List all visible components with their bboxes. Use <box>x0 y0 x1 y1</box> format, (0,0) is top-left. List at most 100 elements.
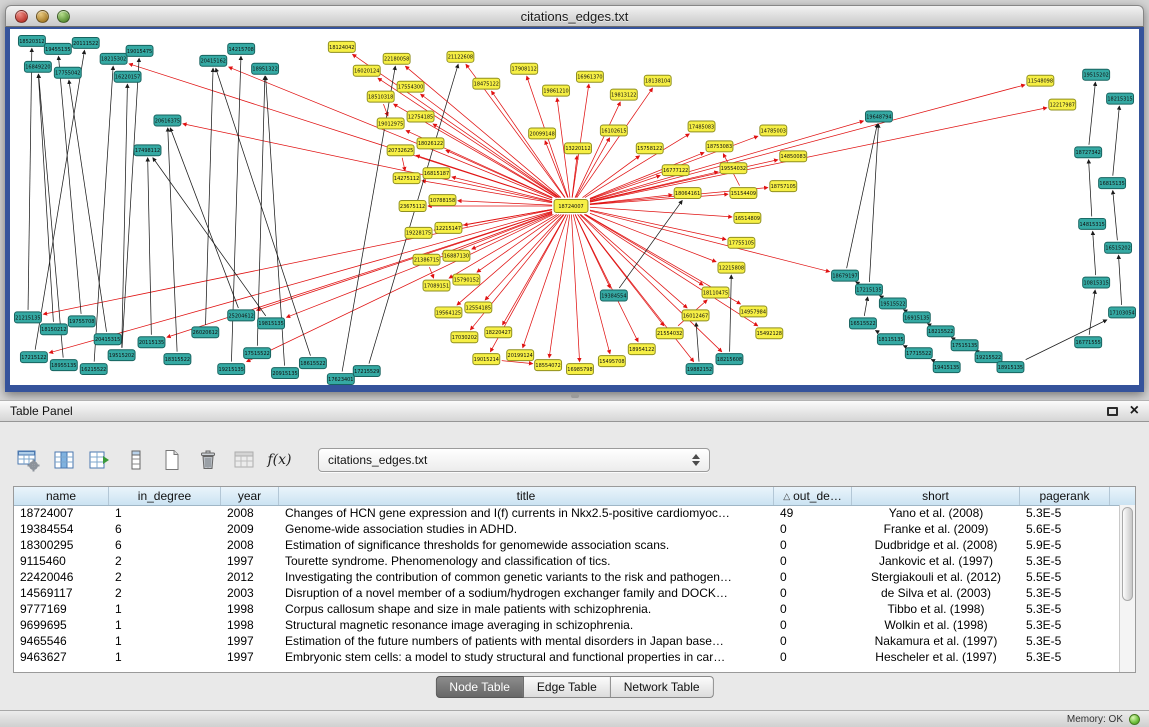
graph-node[interactable]: 18954122 <box>628 344 655 355</box>
graph-node[interactable]: 17030202 <box>451 332 478 343</box>
graph-node[interactable]: 16815135 <box>1099 178 1126 189</box>
graph-node[interactable]: 16102615 <box>600 125 627 136</box>
tab-node-table[interactable]: Node Table <box>435 676 524 698</box>
graph-edge[interactable] <box>880 296 882 297</box>
graph-node[interactable]: 18138104 <box>644 75 671 86</box>
graph-node[interactable]: 14215708 <box>228 43 255 54</box>
graph-node[interactable]: 18215302 <box>100 53 127 64</box>
graph-node[interactable]: 12215147 <box>435 222 462 233</box>
graph-node[interactable]: 16215522 <box>80 364 107 375</box>
graph-node[interactable]: 10815315 <box>1083 277 1110 288</box>
graph-node[interactable]: 12554185 <box>465 302 492 313</box>
graph-node[interactable]: 14785003 <box>760 125 787 136</box>
graph-edge[interactable] <box>1119 255 1122 305</box>
network-canvas[interactable]: 1872400718124042160201242218005818510318… <box>5 27 1144 392</box>
graph-node[interactable]: 15758122 <box>636 143 663 154</box>
table-row[interactable]: 946554611997Estimation of the future num… <box>14 633 1120 649</box>
graph-node[interactable]: 15790152 <box>453 274 480 285</box>
graph-node[interactable]: 20732625 <box>387 145 414 156</box>
column-header-title[interactable]: title <box>279 487 774 505</box>
graph-node[interactable]: 17515135 <box>951 340 978 351</box>
graph-node[interactable]: 18026122 <box>417 138 444 149</box>
graph-node[interactable]: 18679197 <box>832 270 859 281</box>
minimize-window-button[interactable] <box>36 10 49 23</box>
table-row[interactable]: 969969511998Structural magnetic resonanc… <box>14 617 1120 633</box>
trash-icon[interactable] <box>194 447 221 474</box>
tab-network-table[interactable]: Network Table <box>611 676 714 698</box>
graph-node[interactable]: 20115135 <box>138 337 165 348</box>
graph-node[interactable]: 16514809 <box>734 212 761 223</box>
graph-edge[interactable] <box>206 68 214 325</box>
graph-node[interactable]: 16020124 <box>353 65 380 76</box>
graph-node[interactable]: 20415162 <box>200 55 227 66</box>
graph-edge[interactable] <box>1113 191 1118 241</box>
graph-node[interactable]: 23675112 <box>399 201 426 212</box>
close-window-button[interactable] <box>15 10 28 23</box>
graph-node[interactable]: 20415315 <box>94 334 121 345</box>
graph-edge[interactable] <box>28 48 32 310</box>
graph-node[interactable]: 16515202 <box>1105 242 1132 253</box>
graph-edge[interactable] <box>94 66 113 361</box>
graph-node[interactable]: 19815135 <box>258 318 285 329</box>
graph-node[interactable]: 19215135 <box>218 364 245 375</box>
graph-node[interactable]: 16515522 <box>850 318 877 329</box>
function-builder-button[interactable]: f(x) <box>266 447 293 474</box>
float-panel-icon[interactable] <box>1107 407 1118 416</box>
graph-edge[interactable] <box>69 80 107 332</box>
graph-node[interactable]: 19861210 <box>543 85 570 96</box>
graph-node[interactable]: 26020612 <box>192 327 219 338</box>
table-row[interactable]: 946362711997Embryonic stem cells: a mode… <box>14 649 1120 665</box>
graph-node[interactable]: 17485083 <box>688 121 715 132</box>
graph-node[interactable]: 20199124 <box>507 350 534 361</box>
graph-edge[interactable] <box>590 108 1047 202</box>
graph-edge[interactable] <box>928 324 930 325</box>
graph-node[interactable]: 17515522 <box>244 348 271 359</box>
graph-node[interactable]: 18510318 <box>367 91 394 102</box>
graph-edge[interactable] <box>153 158 266 316</box>
graph-node[interactable]: 21386715 <box>413 254 440 265</box>
table-select-combobox[interactable]: citations_edges.txt <box>318 448 710 472</box>
graph-node[interactable]: 15154409 <box>730 188 757 199</box>
graph-edge[interactable] <box>571 214 579 361</box>
graph-node[interactable]: 19515522 <box>879 298 906 309</box>
graph-edge[interactable] <box>464 209 552 225</box>
graph-node[interactable]: 18215315 <box>1107 93 1134 104</box>
graph-node[interactable]: 13220112 <box>565 143 592 154</box>
graph-node[interactable]: 19813122 <box>610 89 637 100</box>
graph-node[interactable]: 16887130 <box>443 250 470 261</box>
graph-node[interactable]: 17103054 <box>1109 307 1136 318</box>
graph-node[interactable]: 17908112 <box>511 63 538 74</box>
graph-edge[interactable] <box>1093 231 1096 275</box>
graph-edge[interactable] <box>1089 160 1092 217</box>
graph-edge[interactable] <box>869 124 878 282</box>
select-columns-icon[interactable] <box>50 447 77 474</box>
column-header-year[interactable]: year <box>221 487 279 505</box>
graph-node[interactable]: 11548098 <box>1027 75 1054 86</box>
graph-node[interactable]: 21554032 <box>656 328 683 339</box>
graph-node[interactable]: 18915135 <box>997 362 1024 373</box>
table-panel-header[interactable]: Table Panel × <box>0 400 1149 422</box>
graph-node[interactable]: 19882152 <box>686 364 713 375</box>
graph-node[interactable]: 17755042 <box>54 67 81 78</box>
graph-node[interactable]: 16815187 <box>423 168 450 179</box>
graph-edge[interactable] <box>39 74 64 357</box>
graph-node[interactable]: 18554072 <box>535 360 562 371</box>
table-row[interactable]: 1872400712008Changes of HCN gene express… <box>14 505 1120 521</box>
graph-edge[interactable] <box>457 214 561 304</box>
graph-edge[interactable] <box>549 214 570 357</box>
graph-edge[interactable] <box>903 346 906 347</box>
graph-node[interactable]: 18215608 <box>716 354 743 365</box>
table-row[interactable]: 1830029562008Estimation of significance … <box>14 537 1120 553</box>
graph-node[interactable]: 21215135 <box>14 312 41 323</box>
graph-node[interactable]: 17215122 <box>20 352 47 363</box>
graph-node[interactable]: 17554300 <box>397 81 424 92</box>
graph-node[interactable]: 19554032 <box>720 163 747 174</box>
graph-node[interactable]: 19384554 <box>600 290 627 301</box>
graph-node[interactable]: 19515202 <box>108 350 135 361</box>
graph-node[interactable]: 16985798 <box>567 364 594 375</box>
graph-node[interactable]: 19228175 <box>405 227 432 238</box>
graph-edge[interactable] <box>58 56 81 314</box>
graph-node[interactable]: 20111522 <box>72 37 99 48</box>
graph-edge[interactable] <box>572 156 577 198</box>
graph-edge[interactable] <box>458 201 552 205</box>
